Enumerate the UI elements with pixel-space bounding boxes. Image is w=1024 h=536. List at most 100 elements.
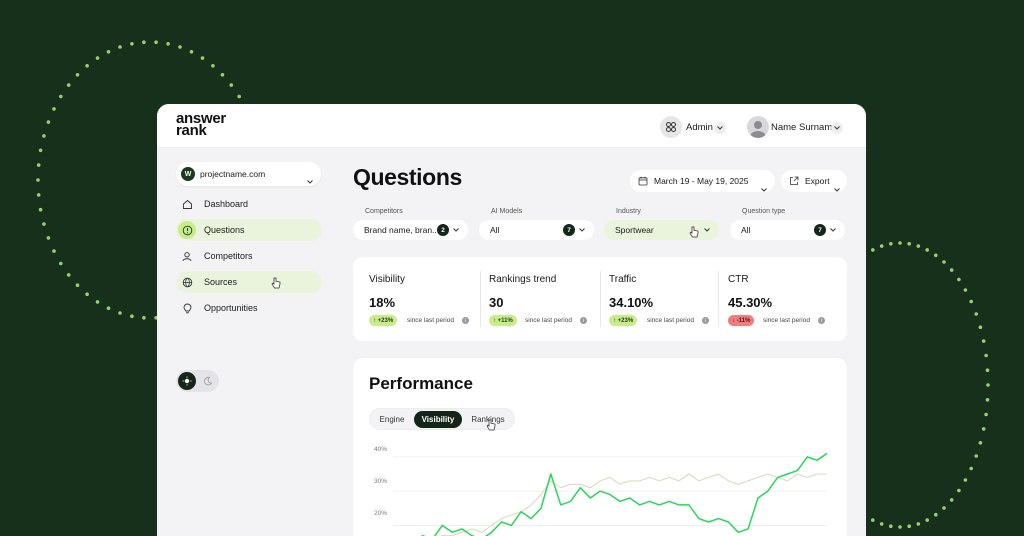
decoration-dot (66, 83, 71, 87)
sun-icon[interactable] (178, 372, 196, 390)
info-icon[interactable]: i (580, 317, 587, 324)
performance-card: Performance Engine Visibility Rankings 4… (353, 358, 847, 536)
decoration-dot (130, 42, 134, 46)
series-line (420, 452, 828, 536)
chevron-down-icon[interactable] (714, 122, 726, 134)
date-range-picker[interactable]: March 19 - May 19, 2025 (630, 170, 775, 192)
filter-value: Sportwear (615, 225, 654, 235)
filter-ai-models[interactable]: All 7 (479, 220, 594, 240)
selected-count-badge: 7 (814, 224, 826, 236)
decoration-dot (974, 312, 978, 316)
decoration-dot (879, 522, 884, 526)
decoration-dot (95, 56, 100, 60)
info-icon[interactable]: i (818, 317, 825, 324)
decoration-dot (907, 242, 911, 246)
sidebar-item-opportunities[interactable]: Opportunities (176, 297, 322, 319)
decoration-dot (52, 249, 56, 253)
sidebar-item-questions[interactable]: Questions (176, 219, 322, 241)
decoration-dot (237, 94, 241, 99)
decoration-dot (200, 56, 205, 60)
metric-since-label: since last period (647, 317, 694, 324)
sidebar-item-label: Sources (204, 277, 238, 287)
decoration-dot (984, 412, 988, 417)
export-button[interactable]: Export (781, 170, 847, 192)
home-icon (178, 195, 196, 213)
moon-icon[interactable] (199, 372, 217, 390)
filter-question-type[interactable]: All 7 (730, 220, 845, 240)
decoration-dot (907, 524, 911, 528)
decoration-dot (916, 522, 921, 526)
selected-count-badge: 2 (437, 224, 449, 236)
metric-name: Traffic (609, 274, 637, 285)
decoration-dot (986, 383, 990, 387)
hand-cursor-icon (271, 277, 281, 289)
decoration-dot (211, 64, 215, 68)
metric-name: CTR (728, 274, 749, 285)
filter-industry[interactable]: Sportwear (604, 220, 719, 240)
app-window: answer rank Admin Name Surname W project… (157, 104, 866, 536)
decoration-dot (879, 244, 884, 248)
project-selector[interactable]: W projectname.com (176, 162, 321, 186)
decoration-dot (925, 248, 929, 252)
filter-competitors[interactable]: Brand name, bran... 2 (353, 220, 468, 240)
divider (718, 271, 719, 327)
decoration-dot (942, 506, 946, 510)
decoration-dot (42, 222, 46, 226)
decoration-dot (981, 427, 986, 431)
decoration-dot (985, 368, 990, 373)
decoration-dot (118, 311, 122, 315)
decoration-dot (229, 83, 234, 87)
chevron-down-icon (450, 224, 462, 236)
filter-label-competitors: Competitors (365, 208, 403, 215)
sidebar-item-sources[interactable]: Sources (176, 271, 322, 293)
chevron-down-icon (576, 224, 588, 236)
decoration-dot (52, 107, 56, 111)
metric-value: 45.30% (728, 295, 773, 310)
theme-toggle[interactable] (176, 370, 219, 392)
decoration-dot (75, 283, 80, 288)
decoration-dot (981, 339, 986, 343)
decoration-dot (978, 441, 983, 445)
sidebar-item-dashboard[interactable]: Dashboard (176, 193, 322, 215)
brand-logo[interactable]: answer rank (176, 111, 226, 138)
top-bar: answer rank Admin Name Surname (157, 104, 866, 148)
decoration-dot (59, 261, 63, 266)
chevron-down-icon (827, 224, 839, 236)
globe-icon (178, 273, 196, 291)
avatar[interactable] (747, 116, 769, 138)
performance-chart (393, 452, 828, 536)
decoration-dot (106, 306, 111, 311)
decoration-dot (925, 518, 929, 522)
decoration-dot (871, 248, 875, 252)
filter-value: All (490, 225, 500, 235)
divider (480, 271, 481, 327)
decoration-dot (957, 488, 961, 493)
decoration-dot (85, 64, 89, 68)
decoration-dot (42, 134, 46, 138)
decoration-dot (898, 525, 902, 529)
decoration-dot (978, 325, 983, 330)
decoration-dot (942, 260, 946, 264)
admin-label[interactable]: Admin (686, 122, 713, 133)
decoration-dot (118, 45, 122, 49)
metric-since-label: since last period (407, 317, 454, 324)
decoration-dot (142, 316, 146, 320)
metric-delta-badge: ↑ +11% (489, 315, 517, 326)
decoration-dot (38, 148, 43, 153)
decoration-dot (142, 40, 146, 44)
decoration-dot (963, 288, 968, 292)
sidebar-item-competitors[interactable]: Competitors (176, 245, 322, 267)
metric-value: 18% (369, 295, 396, 310)
info-icon[interactable]: i (462, 317, 469, 324)
sidebar-item-label: Competitors (204, 251, 253, 261)
user-name[interactable]: Name Surname (771, 122, 838, 133)
chevron-down-icon[interactable] (831, 122, 843, 134)
apps-icon[interactable] (660, 116, 682, 138)
chevron-down-icon (307, 171, 313, 189)
decoration-dot (969, 466, 973, 471)
chevron-down-icon (761, 179, 767, 197)
info-icon[interactable]: i (702, 317, 709, 324)
metric-delta-badge: ↑ +23% (369, 315, 398, 326)
filter-value: Brand name, bran... (364, 225, 440, 235)
lightbulb-icon (178, 299, 196, 317)
